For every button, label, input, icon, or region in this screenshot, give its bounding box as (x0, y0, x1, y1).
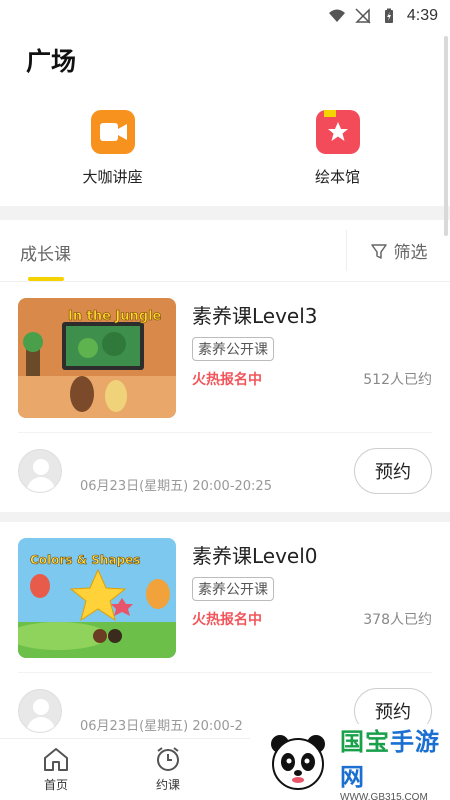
tab-label: 成长课 (20, 245, 71, 265)
enroll-status: 火热报名中 (192, 612, 262, 628)
course-thumbnail[interactable]: In the Jungle (18, 298, 176, 418)
thumbnail-title: Colors & Shapes (30, 553, 140, 567)
course-tag: 素养公开课 (192, 577, 274, 601)
wifi-icon (328, 9, 345, 22)
quick-entries: 大咖讲座 绘本馆 (0, 94, 450, 206)
entry-lecture[interactable]: 大咖讲座 (0, 94, 225, 206)
watermark-logo: 国宝手游网 WWW.GB315.COM (250, 724, 450, 800)
alarm-clock-icon (157, 747, 179, 771)
teacher-avatar[interactable] (18, 688, 62, 733)
filter-label: 筛选 (393, 243, 428, 263)
course-card[interactable]: Colors & Shapes 素养课Level0 素养公开课 火热报名中 37… (0, 522, 450, 748)
clock: 4:39 (406, 7, 438, 24)
thumbnail-title: In the Jungle (68, 309, 162, 324)
entry-label: 绘本馆 (314, 168, 360, 186)
watermark-url: WWW.GB315.COM (340, 791, 428, 800)
course-thumbnail[interactable]: Colors & Shapes (18, 538, 176, 658)
nav-booking[interactable]: 约课 (112, 739, 224, 800)
battery-charging-icon (384, 8, 393, 23)
enroll-status: 火热报名中 (192, 372, 262, 388)
page-title: 广场 (26, 47, 77, 76)
course-time: 06月23日(星期五) 20:00-20:25 (80, 479, 272, 494)
card-divider (0, 512, 450, 522)
book-star-icon (315, 108, 360, 154)
course-time: 06月23日(星期五) 20:00-2 (80, 719, 243, 734)
tab-indicator (28, 277, 64, 281)
nav-home[interactable]: 首页 (0, 739, 112, 800)
book-button[interactable]: 预约 (354, 447, 432, 494)
entry-picture-books[interactable]: 绘本馆 (225, 94, 450, 206)
watermark-title: 国宝手游网 (340, 722, 450, 792)
home-icon (44, 748, 68, 771)
status-bar: 4:39 (0, 0, 450, 32)
section-divider (0, 206, 450, 220)
panda-icon (266, 730, 330, 794)
entry-label: 大咖讲座 (82, 168, 143, 186)
course-title: 素养课Level3 (192, 304, 318, 328)
scrollbar[interactable] (444, 36, 448, 236)
teacher-avatar[interactable] (18, 448, 62, 493)
booked-count: 378人已约 (363, 612, 432, 628)
tab-growth-courses[interactable]: 成长课 (0, 220, 346, 281)
filter-icon (370, 243, 387, 259)
course-card[interactable]: In the Jungle 素养课Level3 素养公开课 火热报名中 512人… (0, 282, 450, 508)
nav-label: 约课 (155, 778, 180, 792)
filter-button[interactable]: 筛选 (346, 230, 450, 271)
course-title: 素养课Level0 (192, 544, 318, 568)
no-signal-icon (355, 8, 371, 24)
tab-bar: 成长课 筛选 (0, 220, 450, 282)
nav-label: 首页 (43, 778, 68, 792)
video-icon (90, 110, 135, 154)
watermark-title-green: 国宝 (340, 727, 390, 756)
course-tag: 素养公开课 (192, 337, 274, 361)
booked-count: 512人已约 (363, 372, 432, 388)
